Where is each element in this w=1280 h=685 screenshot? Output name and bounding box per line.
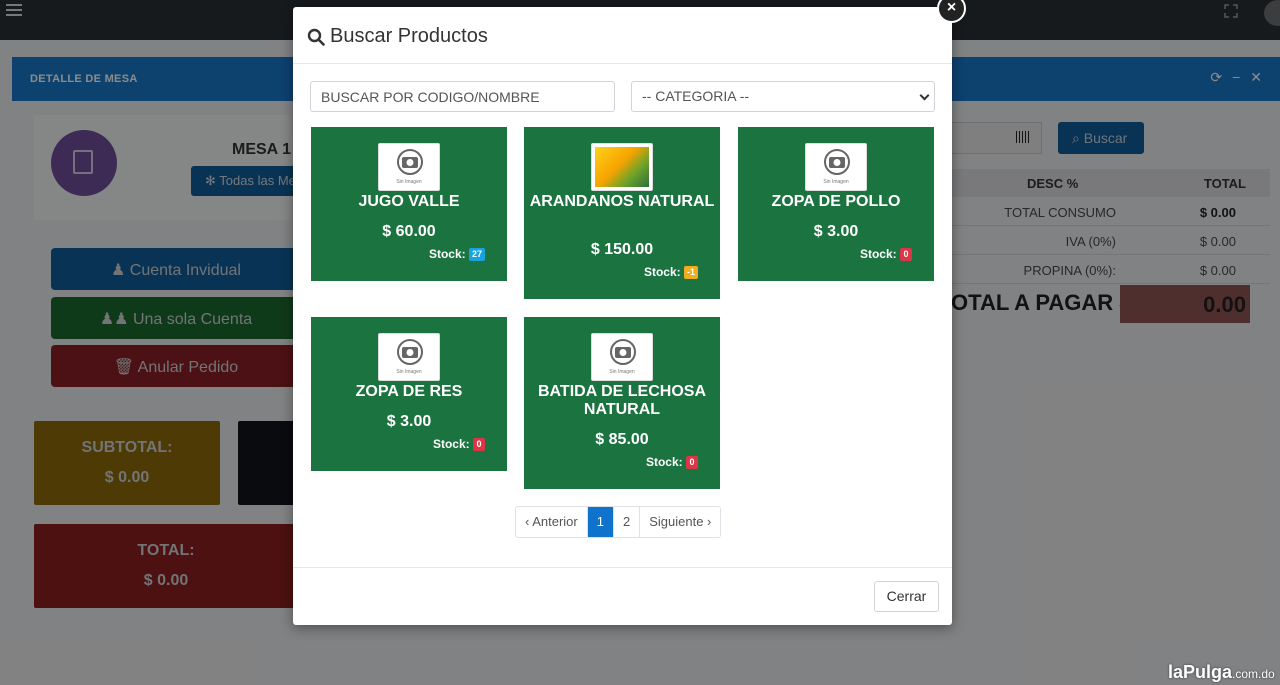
product-price: $ 150.00 (590, 241, 654, 258)
no-image-label: Sin Imagen (396, 179, 422, 185)
product-name: BATIDA DE LECHOSA NATURAL (538, 383, 706, 418)
no-image-label: Sin Imagen (609, 369, 635, 375)
modal-footer-divider (293, 567, 952, 568)
product-card[interactable]: Sin Imagen JUGO VALLE $ 60.00 Stock: 27 (311, 127, 507, 281)
stock-badge: -1 (683, 266, 698, 279)
product-card[interactable]: ARANDANOS NATURAL $ 150.00 Stock: -1 (524, 127, 720, 299)
stock-badge: 0 (900, 248, 912, 261)
category-select[interactable]: -- CATEGORIA -- (631, 81, 935, 112)
product-price: $ 85.00 (595, 431, 649, 448)
product-card[interactable]: Sin Imagen ZOPA DE RES $ 3.00 Stock: 0 (311, 317, 507, 471)
product-name: ZOPA DE POLLO (771, 193, 901, 210)
stock-badge: 0 (473, 438, 485, 451)
page-link-1[interactable]: 1 (587, 507, 614, 537)
product-image: Sin Imagen (378, 333, 440, 381)
chevron-down-icon (919, 90, 930, 101)
next-page-link[interactable]: Siguiente › (640, 507, 720, 537)
product-name: ZOPA DE RES (355, 383, 463, 400)
product-name: JUGO VALLE (358, 193, 460, 210)
product-name: ARANDANOS NATURAL (529, 193, 715, 210)
search-products-modal: Buscar Productos -- CATEGORIA -- Sin Ima… (293, 7, 952, 625)
no-image-label: Sin Imagen (396, 369, 422, 375)
product-image: Sin Imagen (591, 333, 653, 381)
stock-info: Stock: 0 (433, 437, 485, 451)
product-photo (595, 147, 649, 187)
prev-page-link[interactable]: ‹ Anterior (516, 507, 588, 537)
camera-icon (824, 149, 850, 175)
search-icon (307, 28, 325, 46)
watermark-logo: laPulga.com.do (1168, 662, 1275, 682)
camera-icon (397, 339, 423, 365)
product-price: $ 3.00 (813, 223, 859, 240)
pagination: ‹ Anterior 1 2 Siguiente › (515, 506, 722, 538)
product-card[interactable]: Sin Imagen ZOPA DE POLLO $ 3.00 Stock: 0 (738, 127, 934, 281)
product-image (591, 143, 653, 191)
product-price: $ 60.00 (382, 223, 436, 240)
close-button[interactable]: Cerrar (874, 581, 939, 612)
stock-badge: 0 (686, 456, 698, 469)
product-image: Sin Imagen (805, 143, 867, 191)
no-image-label: Sin Imagen (823, 179, 849, 185)
product-search-input[interactable] (310, 81, 615, 112)
modal-header: Buscar Productos (293, 7, 952, 64)
modal-title: Buscar Productos (330, 25, 488, 47)
page-link-2[interactable]: 2 (614, 507, 641, 537)
camera-icon (397, 149, 423, 175)
product-price: $ 3.00 (386, 413, 432, 430)
stock-info: Stock: -1 (644, 265, 698, 279)
stock-info: Stock: 0 (646, 455, 698, 469)
product-image: Sin Imagen (378, 143, 440, 191)
product-card[interactable]: Sin Imagen BATIDA DE LECHOSA NATURAL $ 8… (524, 317, 720, 489)
stock-info: Stock: 0 (860, 247, 912, 261)
stock-info: Stock: 27 (429, 247, 485, 261)
stock-badge: 27 (468, 248, 485, 261)
camera-icon (610, 339, 636, 365)
